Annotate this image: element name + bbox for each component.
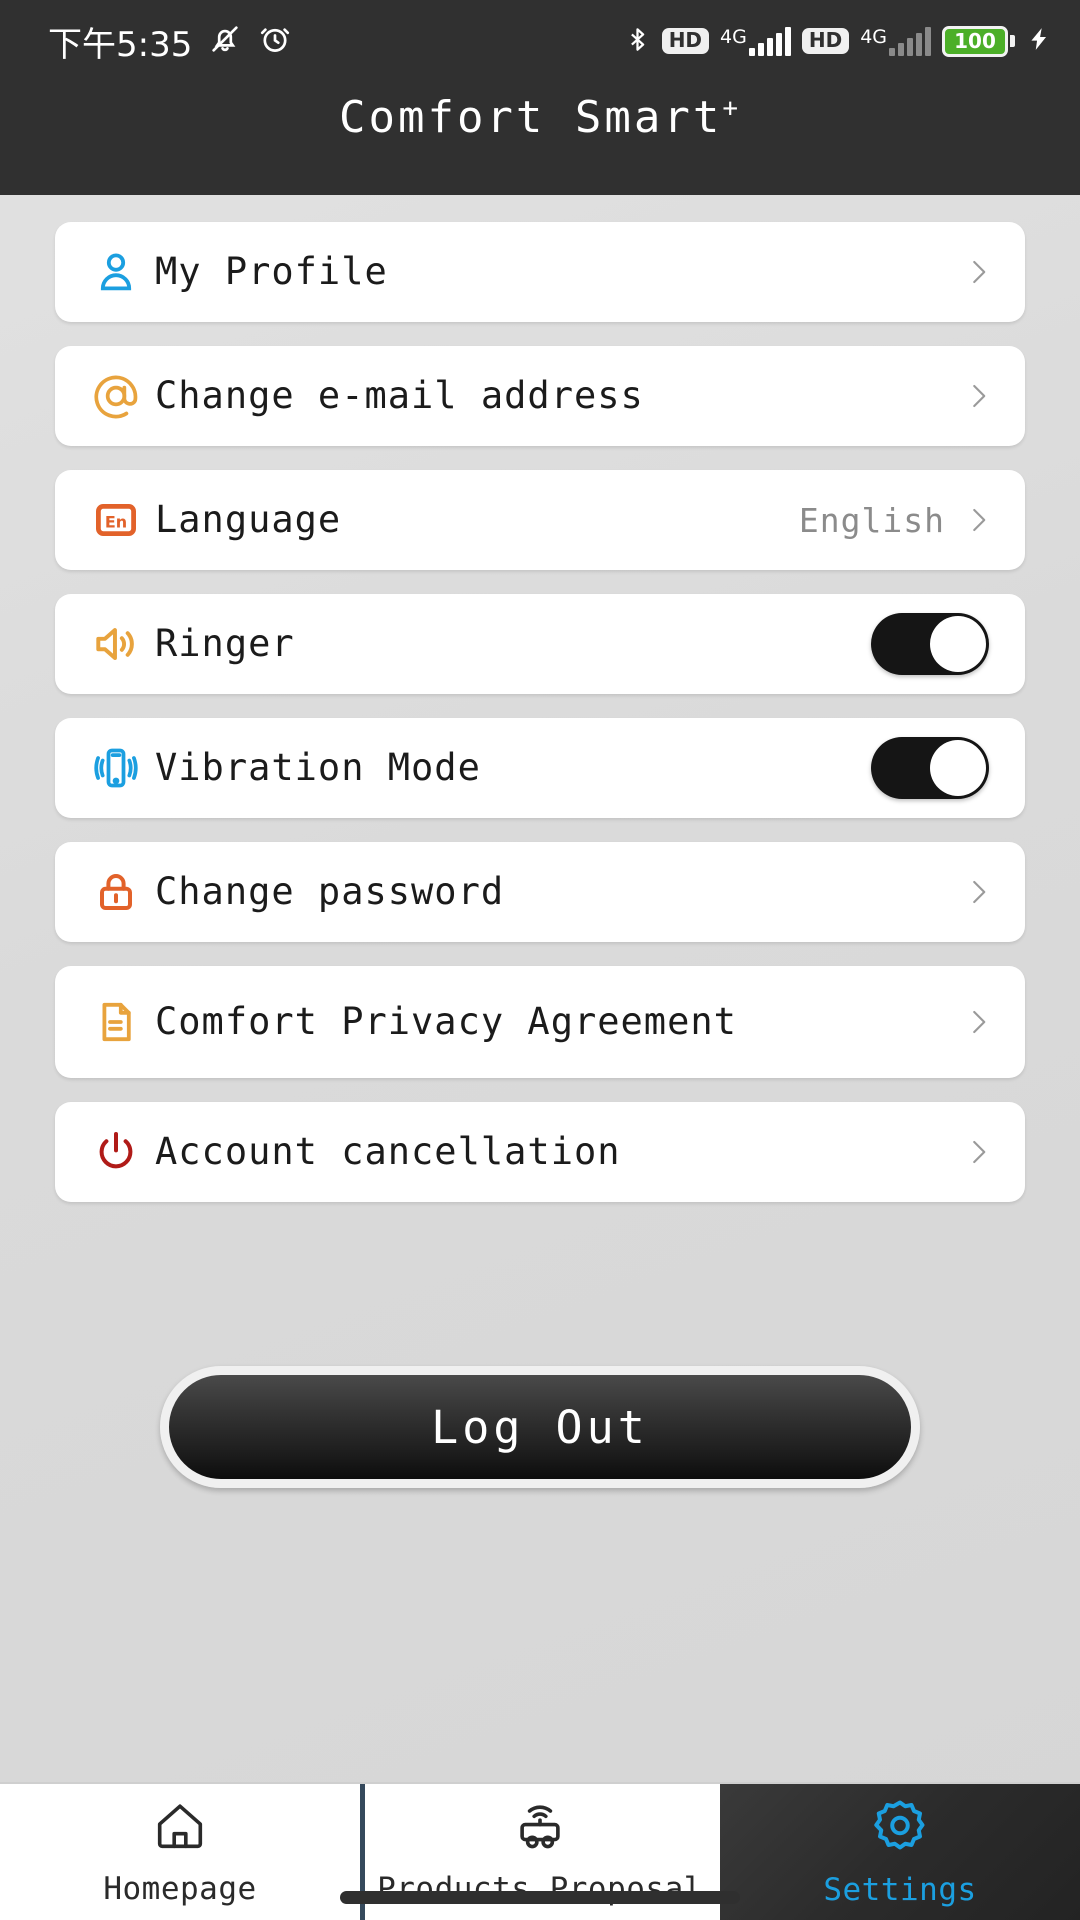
nav-item-settings[interactable]: Settings <box>720 1784 1080 1920</box>
network-indicator-sim2: 4G <box>860 26 931 56</box>
home-icon <box>151 1797 209 1859</box>
vibration-toggle[interactable] <box>871 737 989 799</box>
settings-row-label: Account cancellation <box>155 1130 621 1174</box>
settings-row-vibration-mode[interactable]: Vibration Mode <box>55 718 1025 818</box>
at-sign-icon <box>83 371 149 421</box>
page-title: Comfort Smart+ <box>338 92 742 143</box>
hd-badge-sim1: HD <box>661 28 710 54</box>
bluetooth-icon <box>624 23 651 60</box>
nav-label-settings: Settings <box>823 1872 977 1908</box>
user-icon <box>83 248 149 296</box>
robot-wifi-icon <box>511 1797 569 1859</box>
network-indicator-sim1: 4G <box>720 26 791 56</box>
speaker-icon <box>83 619 149 669</box>
chevron-right-icon <box>961 869 995 915</box>
network-label-sim2: 4G <box>860 26 887 48</box>
logout-button[interactable]: Log Out <box>160 1366 920 1488</box>
settings-row-account-cancellation[interactable]: Account cancellation <box>55 1102 1025 1202</box>
settings-row-label: Language <box>155 498 342 542</box>
lock-icon <box>83 868 149 916</box>
chevron-right-icon <box>961 497 995 543</box>
settings-row-label: Comfort Privacy Agreement <box>155 1000 737 1044</box>
chevron-right-icon <box>961 999 995 1045</box>
bell-muted-icon <box>208 22 242 60</box>
settings-row-change-email[interactable]: Change e-mail address <box>55 346 1025 446</box>
hd-badge-sim2: HD <box>801 28 850 54</box>
settings-row-privacy-agreement[interactable]: Comfort Privacy Agreement <box>55 966 1025 1078</box>
settings-row-label: My Profile <box>155 250 388 294</box>
language-value: English <box>798 500 945 540</box>
status-bar-right: HD 4G HD 4G 100 <box>624 22 1052 60</box>
signal-bars-sim1 <box>748 26 791 56</box>
app-screen: 下午5:35 HD 4G HD 4G 100 Comfort Smart+ My… <box>0 0 1080 1920</box>
battery-cap <box>1010 35 1015 47</box>
gear-icon <box>870 1796 930 1860</box>
alarm-clock-icon <box>258 22 292 60</box>
vibration-icon <box>83 743 149 793</box>
app-title-bar: Comfort Smart+ <box>0 82 1080 195</box>
nav-item-homepage[interactable]: Homepage <box>0 1784 360 1920</box>
settings-list: My Profile Change e-mail address En Lang… <box>0 195 1080 1226</box>
status-bar-left: 下午5:35 <box>48 17 292 66</box>
settings-row-label: Change e-mail address <box>155 374 644 418</box>
chevron-right-icon <box>961 373 995 419</box>
svg-text:En: En <box>105 512 127 531</box>
document-icon <box>83 998 149 1046</box>
logout-section: Log Out <box>0 1226 1080 1488</box>
settings-row-label: Ringer <box>155 622 295 666</box>
settings-row-my-profile[interactable]: My Profile <box>55 222 1025 322</box>
battery-body: 100 <box>942 25 1008 57</box>
ringer-toggle[interactable] <box>871 613 989 675</box>
charging-bolt-icon <box>1026 22 1052 60</box>
battery-level-label: 100 <box>954 29 996 53</box>
status-bar: 下午5:35 HD 4G HD 4G 100 <box>0 0 1080 82</box>
settings-row-label: Vibration Mode <box>155 746 481 790</box>
signal-bars-sim2 <box>889 26 931 56</box>
language-en-icon: En <box>83 496 149 544</box>
chevron-right-icon <box>961 1129 995 1175</box>
home-indicator[interactable] <box>340 1891 740 1904</box>
battery-indicator: 100 <box>942 25 1015 57</box>
chevron-right-icon <box>961 249 995 295</box>
settings-row-ringer[interactable]: Ringer <box>55 594 1025 694</box>
settings-row-change-password[interactable]: Change password <box>55 842 1025 942</box>
toggle-knob <box>930 616 986 672</box>
settings-row-label: Change password <box>155 870 505 914</box>
nav-label-homepage: Homepage <box>103 1871 257 1907</box>
title-superscript: + <box>722 93 742 124</box>
settings-row-language[interactable]: En Language English <box>55 470 1025 570</box>
power-icon <box>83 1128 149 1176</box>
toggle-knob <box>930 740 986 796</box>
network-label-sim1: 4G <box>720 26 747 48</box>
status-time: 下午5:35 <box>48 24 193 65</box>
